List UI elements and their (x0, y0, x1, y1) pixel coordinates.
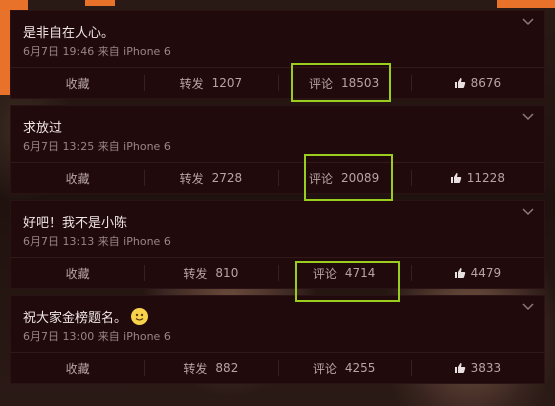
chevron-down-icon[interactable] (522, 17, 534, 27)
repost-label: 转发 (183, 266, 208, 281)
repost-count: 810 (215, 266, 239, 280)
post-actions: 收藏 转发 882 评论 4255 3833 (11, 352, 544, 383)
favorite-button[interactable]: 收藏 (11, 258, 144, 288)
background-orange-block (85, 0, 115, 6)
like-count: 3833 (470, 361, 502, 375)
thumbs-up-icon (454, 78, 465, 88)
comment-button[interactable]: 评论 4714 (277, 258, 411, 288)
repost-count: 882 (215, 361, 239, 375)
favorite-label: 收藏 (65, 361, 90, 376)
comment-button[interactable]: 评论 20089 (277, 163, 411, 193)
repost-label: 转发 (179, 171, 204, 186)
post-meta[interactable]: 6月7日 13:00 来自 iPhone 6 (11, 326, 544, 346)
thumbs-up-icon (450, 173, 462, 183)
weibo-feed: 是非自在人心。 6月7日 19:46 来自 iPhone 6 收藏 转发 1207… (10, 10, 545, 390)
post-text: 求放过 (23, 120, 63, 136)
favorite-label: 收藏 (65, 171, 90, 186)
smile-emoji-icon (131, 307, 149, 325)
post-actions: 收藏 转发 2728 评论 20089 11228 (11, 162, 544, 193)
repost-button[interactable]: 转发 810 (144, 258, 277, 288)
chevron-down-icon[interactable] (522, 302, 534, 312)
comment-count: 4714 (344, 266, 376, 280)
comment-label: 评论 (312, 266, 337, 281)
chevron-down-icon[interactable] (522, 207, 534, 217)
repost-button[interactable]: 转发 2728 (144, 163, 277, 193)
thumbs-up-icon (454, 363, 465, 373)
like-button[interactable]: 4479 (410, 258, 544, 288)
post-actions: 收藏 转发 1207 评论 18503 8676 (11, 67, 544, 98)
feed-post: 求放过 6月7日 13:25 来自 iPhone 6 收藏 转发 2728 评论 2… (10, 105, 545, 194)
post-text: 祝大家金榜题名。 (23, 310, 128, 326)
comment-button[interactable]: 评论 18503 (277, 68, 411, 98)
repost-label: 转发 (179, 76, 204, 91)
like-button[interactable]: 8676 (410, 68, 544, 98)
post-meta[interactable]: 6月7日 19:46 来自 iPhone 6 (11, 41, 544, 61)
comment-count: 20089 (341, 171, 380, 185)
background-orange-block (497, 0, 555, 8)
feed-post: 是非自在人心。 6月7日 19:46 来自 iPhone 6 收藏 转发 1207… (10, 10, 545, 99)
favorite-label: 收藏 (65, 76, 90, 91)
post-text: 是非自在人心。 (23, 25, 115, 41)
post-actions: 收藏 转发 810 评论 4714 4479 (11, 257, 544, 288)
post-text: 好吧！我不是小陈 (23, 215, 128, 231)
thumbs-up-icon (454, 268, 465, 278)
post-meta[interactable]: 6月7日 13:25 来自 iPhone 6 (11, 136, 544, 156)
feed-post: 好吧！我不是小陈 6月7日 13:13 来自 iPhone 6 收藏 转发 810… (10, 200, 545, 289)
chevron-down-icon[interactable] (522, 112, 534, 122)
like-count: 4479 (470, 266, 502, 280)
repost-count: 2728 (211, 171, 243, 185)
comment-label: 评论 (309, 76, 334, 91)
comment-label: 评论 (309, 171, 334, 186)
comment-label: 评论 (312, 361, 337, 376)
feed-post: 祝大家金榜题名。 6月7日 13:00 来自 iPhone 6 收藏 转发 882… (10, 295, 545, 384)
favorite-label: 收藏 (65, 266, 90, 281)
like-count: 11228 (466, 171, 505, 185)
like-button[interactable]: 11228 (410, 163, 544, 193)
comment-button[interactable]: 评论 4255 (277, 353, 411, 383)
favorite-button[interactable]: 收藏 (11, 163, 144, 193)
favorite-button[interactable]: 收藏 (11, 68, 144, 98)
comment-count: 4255 (344, 361, 376, 375)
like-count: 8676 (470, 76, 502, 90)
repost-label: 转发 (183, 361, 208, 376)
repost-button[interactable]: 转发 882 (144, 353, 277, 383)
like-button[interactable]: 3833 (410, 353, 544, 383)
post-meta[interactable]: 6月7日 13:13 来自 iPhone 6 (11, 231, 544, 251)
repost-button[interactable]: 转发 1207 (144, 68, 277, 98)
favorite-button[interactable]: 收藏 (11, 353, 144, 383)
comment-count: 18503 (341, 76, 380, 90)
repost-count: 1207 (211, 76, 243, 90)
